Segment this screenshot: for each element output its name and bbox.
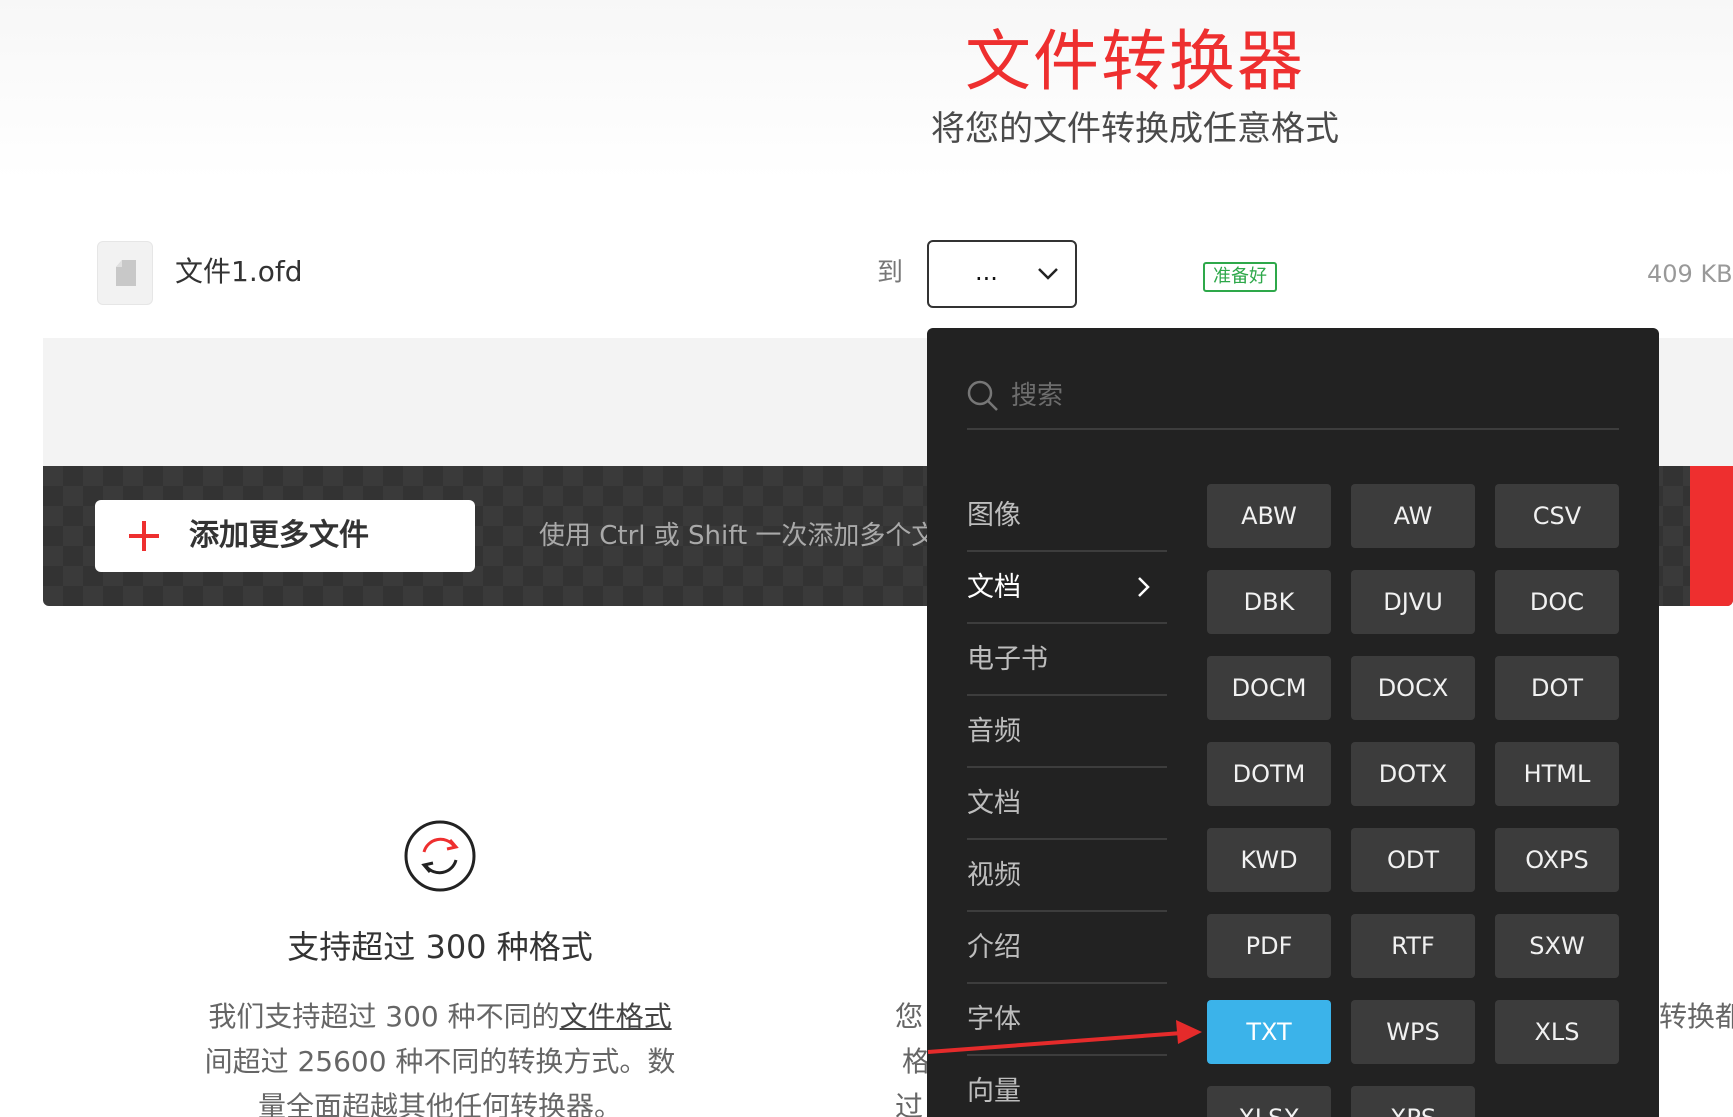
format-abw[interactable]: ABW [1207, 484, 1331, 548]
format-pdf[interactable]: PDF [1207, 914, 1331, 978]
format-grid: ABW AW CSV DBK DJVU DOC DOCM DOCX DOT DO… [1207, 484, 1619, 1117]
feature-description: 我们支持超过 300 种不同的文件格式 间超过 25600 种不同的转换方式。数… [200, 994, 680, 1117]
category-document[interactable]: 文档 [967, 552, 1167, 624]
category-ebook[interactable]: 电子书 [967, 624, 1167, 696]
add-more-files-button[interactable]: 添加更多文件 [95, 500, 475, 572]
format-wps[interactable]: WPS [1351, 1000, 1475, 1064]
format-kwd[interactable]: KWD [1207, 828, 1331, 892]
file-row: 文件1.ofd 到 ... 准备好 409 KB [43, 212, 1733, 338]
format-xlsx[interactable]: XLSX [1207, 1086, 1331, 1117]
category-video[interactable]: 视频 [967, 840, 1167, 912]
file-size: 409 KB [1647, 260, 1733, 288]
format-txt[interactable]: TXT [1207, 1000, 1331, 1064]
format-xls[interactable]: XLS [1495, 1000, 1619, 1064]
format-html[interactable]: HTML [1495, 742, 1619, 806]
middle-text-fragment-3: 过 [895, 1090, 924, 1117]
category-list: 图像 文档 电子书 音频 文档 视频 介绍 字体 向量 [967, 480, 1167, 1117]
format-sxw[interactable]: SXW [1495, 914, 1619, 978]
to-label: 到 [877, 258, 904, 288]
format-dotx[interactable]: DOTX [1351, 742, 1475, 806]
category-vector[interactable]: 向量 [967, 1056, 1167, 1117]
category-presentation[interactable]: 介绍 [967, 912, 1167, 984]
feature-title: 支持超过 300 种格式 [287, 928, 593, 966]
multi-select-hint: 使用 Ctrl 或 Shift 一次添加多个文件 [539, 521, 964, 551]
middle-text-fragment-1: 您 [895, 1000, 924, 1033]
category-audio[interactable]: 音频 [967, 696, 1167, 768]
convert-button[interactable] [1690, 466, 1733, 606]
category-document-2[interactable]: 文档 [967, 768, 1167, 840]
feature-line3: 量全面超越其他任何转换器。 [257, 1090, 622, 1117]
middle-text-fragment-2: 格 [902, 1045, 931, 1078]
feature-line2: 间超过 25600 种不同的转换方式。数 [204, 1045, 676, 1078]
format-dot[interactable]: DOT [1495, 656, 1619, 720]
search-input[interactable] [1011, 376, 1571, 416]
format-doc[interactable]: DOC [1495, 570, 1619, 634]
format-aw[interactable]: AW [1351, 484, 1475, 548]
format-search [967, 368, 1619, 430]
chevron-right-icon [1138, 577, 1150, 597]
search-icon [967, 380, 998, 411]
file-formats-link[interactable]: 文件格式 [560, 1000, 672, 1033]
format-csv[interactable]: CSV [1495, 484, 1619, 548]
format-docm[interactable]: DOCM [1207, 656, 1331, 720]
category-font[interactable]: 字体 [967, 984, 1167, 1056]
status-badge: 准备好 [1203, 262, 1277, 292]
format-odt[interactable]: ODT [1351, 828, 1475, 892]
plus-icon [129, 521, 159, 551]
format-xps[interactable]: XPS [1351, 1086, 1475, 1117]
feature-line1: 我们支持超过 300 种不同的 [208, 1000, 560, 1033]
format-dbk[interactable]: DBK [1207, 570, 1331, 634]
add-more-files-label: 添加更多文件 [189, 518, 369, 553]
file-icon [97, 241, 153, 305]
format-dropdown: 图像 文档 电子书 音频 文档 视频 介绍 字体 向量 ABW AW CSV D… [927, 328, 1659, 1117]
format-docx[interactable]: DOCX [1351, 656, 1475, 720]
format-dotm[interactable]: DOTM [1207, 742, 1331, 806]
page-title: 文件转换器 [965, 23, 1305, 100]
format-rtf[interactable]: RTF [1351, 914, 1475, 978]
format-oxps[interactable]: OXPS [1495, 828, 1619, 892]
file-name: 文件1.ofd [175, 255, 303, 288]
format-select-value: ... [975, 258, 998, 286]
chevron-down-icon [1038, 268, 1058, 280]
convert-cycle-icon [404, 820, 476, 892]
category-image[interactable]: 图像 [967, 480, 1167, 552]
page-subtitle: 将您的文件转换成任意格式 [931, 109, 1339, 149]
format-select[interactable]: ... [927, 240, 1077, 308]
format-djvu[interactable]: DJVU [1351, 570, 1475, 634]
right-text-fragment: 转换都 [1659, 1000, 1733, 1033]
